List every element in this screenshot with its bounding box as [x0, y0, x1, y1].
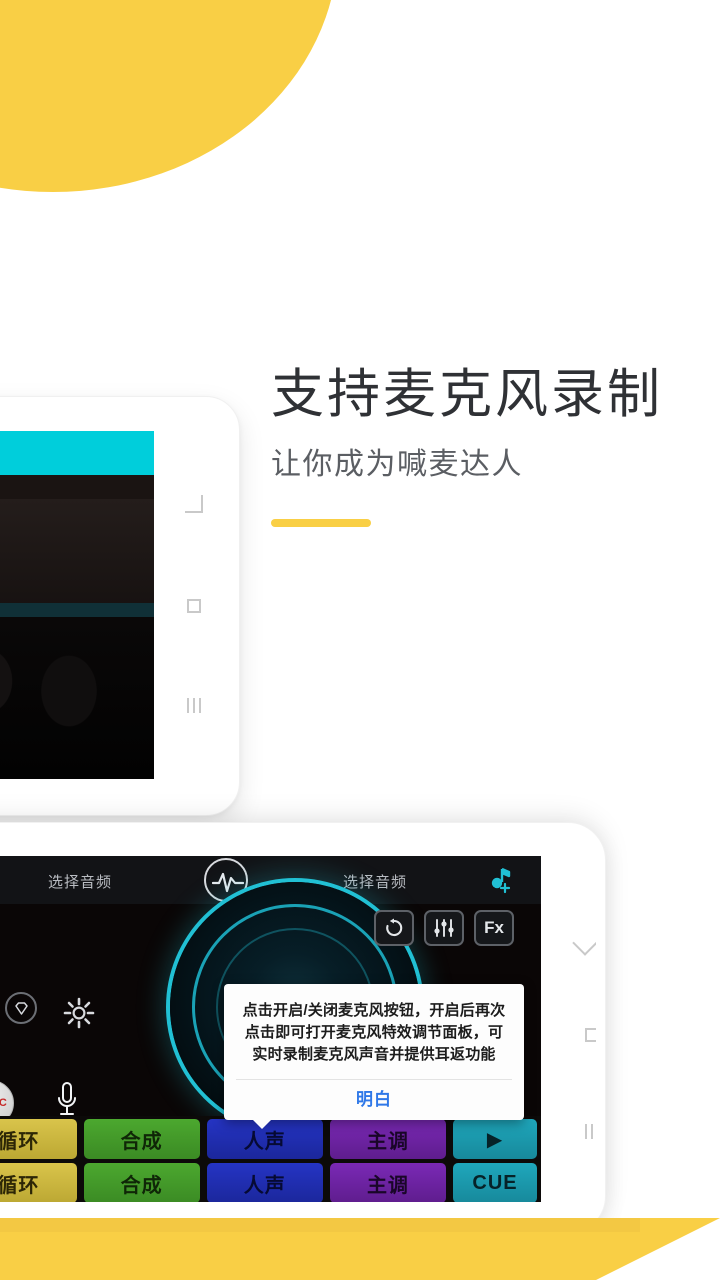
phone-mockup-lower: 选择音频 选择音频 Fx C 循环 合成 人声 主调 ▶ 循环 合成 人声 主调… — [0, 822, 606, 1234]
home-square-icon[interactable] — [186, 599, 201, 613]
play-button[interactable]: ▶ — [453, 1119, 538, 1159]
select-audio-left[interactable]: 选择音频 — [48, 871, 112, 892]
phone-upper-navbar — [154, 431, 231, 779]
music-note-plus-icon[interactable] — [482, 866, 512, 894]
phone-upper-screen: 注意：卸载后积分将会清零哦! AD 广告 +50积分 去观看 — [0, 431, 154, 779]
crowd-backdrop — [0, 617, 154, 779]
dialog-confirm-button[interactable]: 明白 — [224, 1080, 524, 1120]
pad-vocal[interactable]: 人声 — [206, 1163, 323, 1202]
back-chevron-icon[interactable] — [184, 495, 203, 513]
pad-loop[interactable]: 循环 — [0, 1163, 77, 1202]
mic-tip-dialog: 点击开启/关闭麦克风按钮，开启后再次点击即可打开麦克风特效调节面板，可实时录制麦… — [224, 984, 524, 1130]
pad-synth[interactable]: 合成 — [83, 1163, 200, 1202]
fx-button[interactable]: Fx — [474, 910, 514, 946]
points-warning-banner: 注意：卸载后积分将会清零哦! — [0, 475, 154, 499]
select-audio-right[interactable]: 选择音频 — [343, 871, 407, 892]
decor-yellow-circle — [0, 0, 338, 192]
upper-teal-strip — [0, 603, 154, 617]
phone-lower-screen: 选择音频 选择音频 Fx C 循环 合成 人声 主调 ▶ 循环 合成 人声 主调… — [0, 856, 541, 1202]
upper-screen-body: AD 广告 +50积分 去观看 — [0, 499, 154, 779]
phone-lower-inner: 选择音频 选择音频 Fx C 循环 合成 人声 主调 ▶ 循环 合成 人声 主调… — [0, 832, 596, 1224]
phone-lower-navbar — [541, 856, 596, 1202]
phone-mockup-upper: 注意：卸载后积分将会清零哦! AD 广告 +50积分 去观看 — [0, 396, 240, 816]
dialog-pointer — [252, 1119, 272, 1130]
page-title: 支持麦克风录制 — [271, 365, 663, 424]
recents-bars-icon[interactable] — [186, 698, 201, 713]
phone-upper-inner: 注意：卸载后积分将会清零哦! AD 广告 +50积分 去观看 — [0, 405, 231, 807]
record-label: REC — [0, 1097, 8, 1109]
recents-bars-icon[interactable] — [585, 1124, 596, 1139]
pad-synth[interactable]: 合成 — [83, 1119, 200, 1159]
promo-screenshot-root: 支持麦克风录制 让你成为喊麦达人 注意：卸载后积分将会清零哦! A — [0, 0, 720, 1280]
decor-yellow-band-highlight — [0, 1218, 640, 1232]
pad-key[interactable]: 主调 — [329, 1119, 447, 1159]
page-subtitle: 让你成为喊麦达人 — [271, 448, 523, 482]
equalizer-icon[interactable] — [424, 910, 464, 946]
pad-key[interactable]: 主调 — [329, 1163, 447, 1202]
upper-cyan-header — [0, 431, 154, 475]
diamond-icon[interactable] — [5, 992, 37, 1024]
loop-icon[interactable] — [374, 910, 414, 946]
cue-button[interactable]: CUE — [453, 1163, 538, 1202]
dialog-message: 点击开启/关闭麦克风按钮，开启后再次点击即可打开麦克风特效调节面板，可实时录制麦… — [242, 1002, 506, 1063]
back-chevron-icon[interactable] — [572, 930, 596, 956]
home-square-icon[interactable] — [585, 1028, 596, 1042]
pad-loop[interactable]: 循环 — [0, 1119, 77, 1159]
accent-underline — [271, 519, 371, 528]
pad-row: 低音 鼓 循环 合成 人声 主调 CUE — [0, 1163, 538, 1202]
copy-block: 支持麦克风录制 让你成为喊麦达人 — [271, 365, 691, 528]
gear-icon[interactable] — [62, 996, 96, 1030]
